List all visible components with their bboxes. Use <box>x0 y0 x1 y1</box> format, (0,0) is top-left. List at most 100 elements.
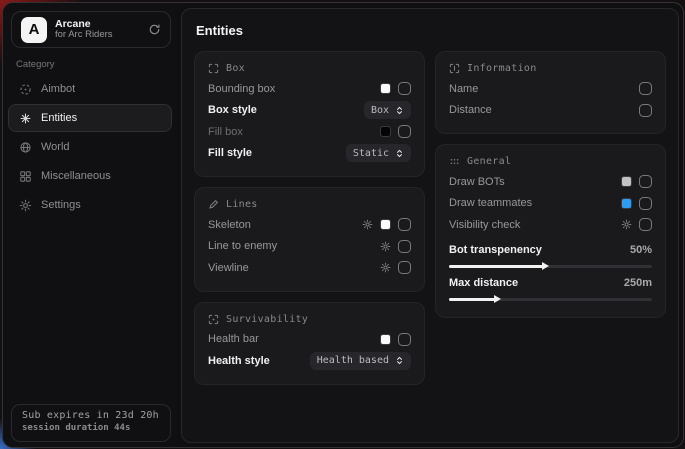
pencil-icon <box>208 199 219 210</box>
chevrons-up-down-icon <box>395 106 404 115</box>
globe-icon <box>18 141 32 154</box>
category-label: Category <box>16 59 55 70</box>
skeleton-settings-gear-icon[interactable] <box>362 219 373 230</box>
panel-box: Box Bounding box Box style Box <box>194 51 425 177</box>
row-skeleton: Skeleton <box>208 214 411 236</box>
panel-survivability: Survivability Health bar Health style He… <box>194 302 425 385</box>
row-viewline: Viewline <box>208 257 411 279</box>
row-draw-teammates: Draw teammates <box>449 193 652 215</box>
information-icon <box>449 63 460 74</box>
fill-box-color-swatch[interactable] <box>380 126 391 137</box>
panel-lines-title: Lines <box>226 199 258 210</box>
fill-style-value: Static <box>353 148 389 159</box>
sidebar-item-label: Settings <box>41 199 81 211</box>
sidebar-item-world[interactable]: World <box>8 133 172 161</box>
sidebar-nav: Aimbot Entities World <box>8 75 172 219</box>
name-checkbox[interactable] <box>639 82 652 95</box>
crosshair-icon <box>18 83 32 96</box>
health-style-label: Health style <box>208 355 270 367</box>
panel-information-title: Information <box>467 63 537 74</box>
sidebar-item-settings[interactable]: Settings <box>8 191 172 219</box>
fill-box-checkbox[interactable] <box>398 125 411 138</box>
row-line-to-enemy: Line to enemy <box>208 236 411 258</box>
draw-bots-color-swatch[interactable] <box>621 176 632 187</box>
session-duration-text: session duration 44s <box>22 423 160 433</box>
grid-icon <box>18 170 32 183</box>
app-window: A Arcane for Arc Riders Category Aimbot <box>2 2 684 448</box>
fill-box-label: Fill box <box>208 126 243 138</box>
sidebar-item-aimbot[interactable]: Aimbot <box>8 75 172 103</box>
distance-checkbox[interactable] <box>639 104 652 117</box>
health-bar-color-swatch[interactable] <box>380 334 391 345</box>
gear-icon <box>18 199 32 212</box>
bounding-box-checkbox[interactable] <box>398 82 411 95</box>
box-corners-icon <box>208 63 219 74</box>
viewline-settings-gear-icon[interactable] <box>380 262 391 273</box>
row-box-style: Box style Box <box>208 100 411 122</box>
row-draw-bots: Draw BOTs <box>449 171 652 193</box>
general-dots-icon <box>449 156 460 167</box>
app-subtitle: for Arc Riders <box>55 30 140 41</box>
max-distance-slider[interactable] <box>449 298 652 301</box>
subscription-card: Sub expires in 23d 20h session duration … <box>11 404 171 442</box>
sidebar-item-entities[interactable]: Entities <box>8 104 172 132</box>
chevrons-up-down-icon <box>395 356 404 365</box>
panel-survivability-title: Survivability <box>226 314 308 325</box>
draw-bots-checkbox[interactable] <box>639 175 652 188</box>
fill-style-label: Fill style <box>208 147 252 159</box>
bounding-box-color-swatch[interactable] <box>380 83 391 94</box>
box-style-dropdown[interactable]: Box <box>364 101 411 119</box>
visibility-check-checkbox[interactable] <box>639 218 652 231</box>
visibility-check-settings-gear-icon[interactable] <box>621 219 632 230</box>
bot-transparency-slider[interactable] <box>449 265 652 268</box>
page-title: Entities <box>196 23 666 38</box>
distance-label: Distance <box>449 104 492 116</box>
max-distance-slider-row: Max distance 250m <box>449 272 652 301</box>
sync-icon[interactable] <box>148 23 161 36</box>
draw-teammates-checkbox[interactable] <box>639 197 652 210</box>
viewline-checkbox[interactable] <box>398 261 411 274</box>
box-style-label: Box style <box>208 104 257 116</box>
health-bar-checkbox[interactable] <box>398 333 411 346</box>
draw-bots-label: Draw BOTs <box>449 176 505 188</box>
panel-general-title: General <box>467 156 511 167</box>
skeleton-label: Skeleton <box>208 219 251 231</box>
health-style-dropdown[interactable]: Health based <box>310 352 411 370</box>
panel-information: Information Name Distance <box>435 51 666 134</box>
skeleton-checkbox[interactable] <box>398 218 411 231</box>
sidebar-item-label: Miscellaneous <box>41 170 111 182</box>
sidebar-item-miscellaneous[interactable]: Miscellaneous <box>8 162 172 190</box>
row-health-style: Health style Health based <box>208 350 411 372</box>
row-health-bar: Health bar <box>208 329 411 351</box>
skeleton-color-swatch[interactable] <box>380 219 391 230</box>
slider-thumb[interactable] <box>494 295 501 303</box>
panel-general: General Draw BOTs Draw teammates <box>435 144 666 318</box>
row-name: Name <box>449 78 652 100</box>
row-fill-style: Fill style Static <box>208 143 411 165</box>
row-visibility-check: Visibility check <box>449 214 652 236</box>
line-to-enemy-label: Line to enemy <box>208 240 277 252</box>
entities-icon <box>18 112 32 125</box>
line-to-enemy-settings-gear-icon[interactable] <box>380 241 391 252</box>
draw-teammates-color-swatch[interactable] <box>621 198 632 209</box>
sidebar-item-label: Aimbot <box>41 83 75 95</box>
line-to-enemy-checkbox[interactable] <box>398 240 411 253</box>
bot-transparency-slider-row: Bot transpenency 50% <box>449 239 652 268</box>
slider-thumb[interactable] <box>542 262 549 270</box>
sidebar-item-label: World <box>41 141 70 153</box>
panel-lines: Lines Skeleton Line to enemy <box>194 187 425 292</box>
health-bar-label: Health bar <box>208 333 259 345</box>
name-label: Name <box>449 83 478 95</box>
sidebar: A Arcane for Arc Riders Category Aimbot <box>3 3 177 447</box>
box-style-value: Box <box>371 105 389 116</box>
logo-card: A Arcane for Arc Riders <box>11 11 171 48</box>
viewline-label: Viewline <box>208 262 249 274</box>
panel-box-title: Box <box>226 63 245 74</box>
fill-style-dropdown[interactable]: Static <box>346 144 411 162</box>
chevrons-up-down-icon <box>395 149 404 158</box>
row-fill-box: Fill box <box>208 121 411 143</box>
max-distance-value: 250m <box>624 277 652 289</box>
health-style-value: Health based <box>317 355 389 366</box>
bounding-box-label: Bounding box <box>208 83 275 95</box>
visibility-check-label: Visibility check <box>449 219 520 231</box>
